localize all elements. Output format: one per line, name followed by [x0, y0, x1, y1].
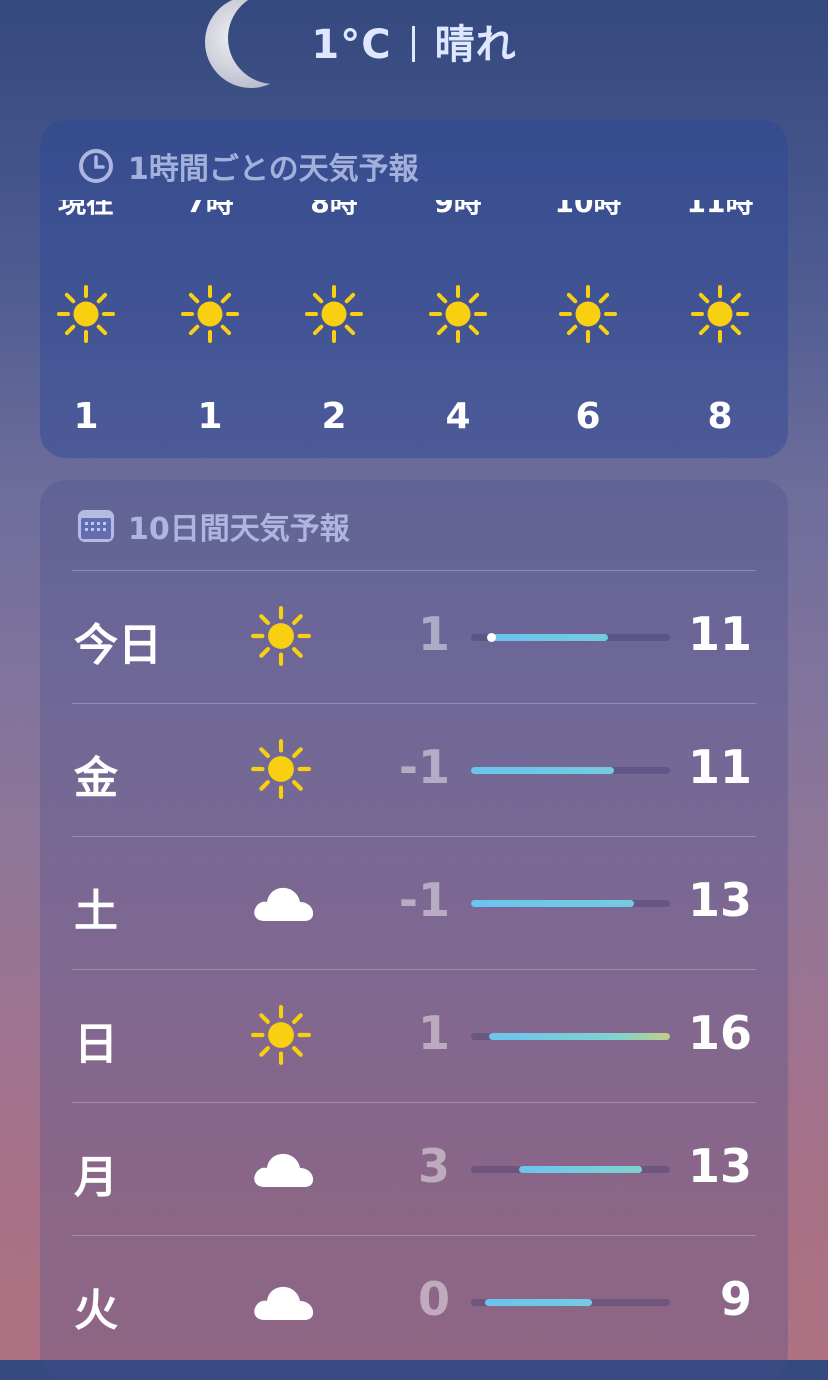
hourly-time: 9時 [434, 200, 482, 219]
hourly-temperature: 2 [321, 396, 347, 437]
header-separator [411, 26, 415, 62]
hourly-temperature: 1 [197, 396, 223, 437]
temperature-range-fill [519, 1166, 642, 1173]
temperature-range-bar [471, 767, 670, 774]
hourly-item: 11時 8 [660, 200, 780, 437]
temperature-range-bar [471, 1033, 670, 1040]
low-temperature: 1 [417, 607, 450, 661]
current-weather-header: 1°C 晴れ [0, 12, 828, 70]
day-label: 今日 [74, 620, 162, 671]
hourly-temperature: 1 [73, 396, 99, 437]
low-temperature: -1 [398, 740, 450, 794]
high-temperature: 11 [687, 740, 752, 794]
hourly-temperature: 8 [707, 396, 733, 437]
temperature-range-fill [471, 900, 634, 907]
hourly-item: 8時 2 [274, 200, 394, 437]
temperature-range-fill [485, 1299, 592, 1306]
cloud-icon [250, 1137, 316, 1199]
sun-icon [558, 284, 618, 344]
hourly-forecast-title: 1時間ごとの天気予報 [76, 146, 419, 187]
high-temperature: 9 [719, 1272, 752, 1326]
high-temperature: 13 [687, 873, 752, 927]
hourly-item: 10時 6 [528, 200, 648, 437]
temperature-range-bar [471, 1166, 670, 1173]
daily-forecast-row[interactable]: 土 -1 13 [40, 837, 788, 970]
low-temperature: 3 [417, 1139, 450, 1193]
daily-forecast-row[interactable]: 金 -1 11 [40, 704, 788, 837]
day-label: 金 [74, 753, 118, 804]
sun-icon [180, 284, 240, 344]
hourly-time: 10時 [554, 200, 622, 219]
current-temperature: 1°C [311, 22, 392, 68]
low-temperature: -1 [398, 873, 450, 927]
temperature-range-fill [489, 1033, 670, 1040]
sun-icon [250, 738, 316, 800]
temperature-range-fill [471, 767, 614, 774]
day-label: 日 [74, 1019, 118, 1070]
sun-icon [250, 605, 316, 667]
temperature-range-bar [471, 633, 670, 642]
daily-forecast-row[interactable]: 火 0 9 [40, 1236, 788, 1369]
hourly-time: 8時 [310, 200, 358, 219]
high-temperature: 16 [687, 1006, 752, 1060]
temperature-range-bar [471, 900, 670, 907]
hourly-time: 11時 [686, 200, 754, 219]
hourly-item: 9時 4 [398, 200, 518, 437]
sun-icon [428, 284, 488, 344]
daily-forecast-card[interactable]: 10日間天気予報 今日 1 11 金 -1 11 土 -1 13 日 1 16 … [40, 480, 788, 1380]
cloud-icon [250, 871, 316, 933]
hourly-time: 7時 [186, 200, 234, 219]
hourly-temperature: 4 [445, 396, 471, 437]
current-condition: 晴れ [434, 22, 517, 68]
hourly-item: 現在 1 [40, 200, 146, 437]
hourly-temperature: 6 [575, 396, 601, 437]
sun-icon [250, 1004, 316, 1066]
clock-icon [76, 146, 116, 186]
sun-icon [690, 284, 750, 344]
hourly-forecast-label: 1時間ごとの天気予報 [128, 152, 419, 187]
daily-forecast-label: 10日間天気予報 [128, 512, 350, 547]
hourly-item: 7時 1 [150, 200, 270, 437]
temperature-range-bar [471, 1299, 670, 1306]
daily-forecast-row[interactable]: 月 3 13 [40, 1103, 788, 1236]
daily-forecast-row[interactable]: 今日 1 11 [40, 571, 788, 704]
temperature-range-fill [491, 634, 608, 641]
hourly-time: 現在 [57, 200, 114, 219]
current-temperature-dot [487, 633, 496, 642]
low-temperature: 0 [417, 1272, 450, 1326]
daily-forecast-row[interactable]: 日 1 16 [40, 970, 788, 1103]
sun-icon [304, 284, 364, 344]
day-label: 火 [74, 1285, 118, 1336]
high-temperature: 13 [687, 1139, 752, 1193]
sun-icon [56, 284, 116, 344]
high-temperature: 11 [687, 607, 752, 661]
calendar-icon [76, 506, 116, 546]
low-temperature: 1 [417, 1006, 450, 1060]
cloud-icon [250, 1270, 316, 1332]
day-label: 土 [74, 886, 118, 937]
daily-forecast-title: 10日間天気予報 [76, 506, 350, 547]
hourly-forecast-card[interactable]: 1時間ごとの天気予報 現在 1 7時 1 8時 2 9時 4 10時 6 11時… [40, 120, 788, 458]
day-label: 月 [74, 1152, 118, 1203]
